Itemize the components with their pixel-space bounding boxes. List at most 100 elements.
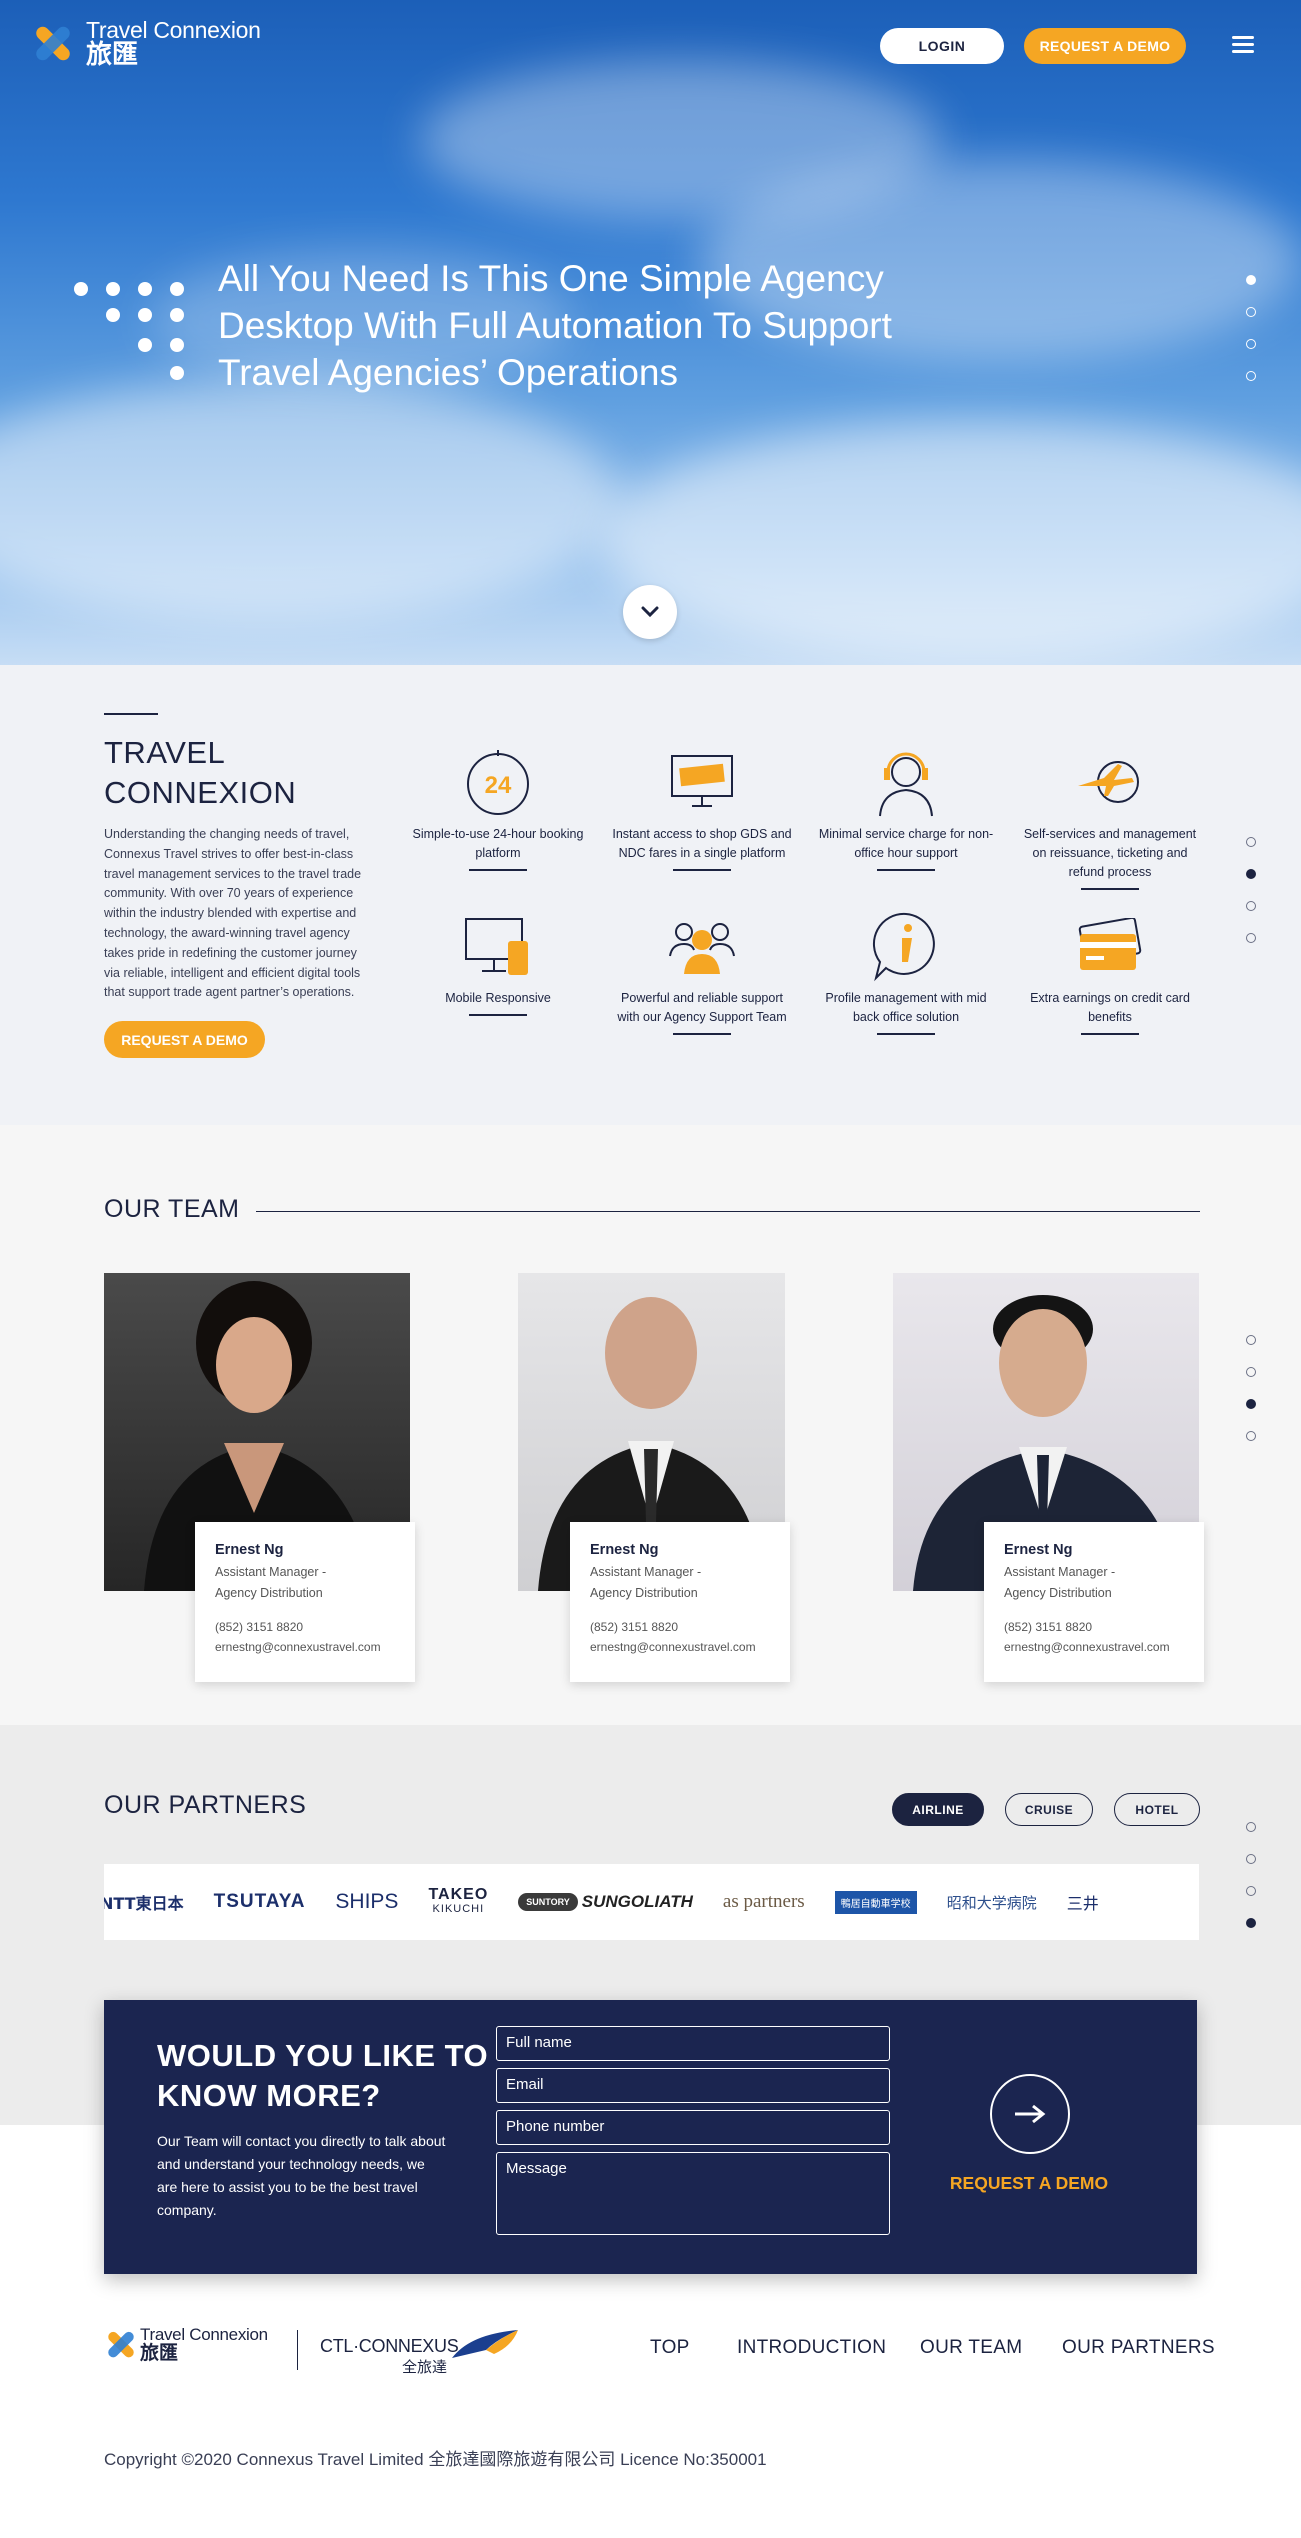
feature-item: Extra earnings on credit card benefits bbox=[1020, 907, 1200, 1035]
footer-nav-our-team[interactable]: OUR TEAM bbox=[920, 2337, 1022, 2359]
hero-headline: All You Need Is This One Simple Agency D… bbox=[218, 258, 892, 393]
tab-hotel[interactable]: HOTEL bbox=[1114, 1793, 1200, 1826]
brand-name-en: Travel Connexion bbox=[86, 17, 261, 43]
phone-field[interactable]: Phone number bbox=[496, 2110, 890, 2145]
partner-brand-cn: 全旅達 bbox=[402, 2358, 448, 2376]
slide-dot[interactable] bbox=[1246, 307, 1256, 317]
feature-label: Profile management with mid back office … bbox=[825, 991, 987, 1024]
footer-nav-top[interactable]: TOP bbox=[650, 2337, 690, 2359]
partner-logo: KIKUCHI bbox=[432, 1903, 485, 1915]
section-dot[interactable] bbox=[1246, 1854, 1256, 1864]
slide-dot[interactable] bbox=[1246, 339, 1256, 349]
section-indicator[interactable] bbox=[1246, 1822, 1256, 1950]
partner-logo: 三井 bbox=[1066, 1894, 1099, 1913]
message-field[interactable]: Message bbox=[496, 2152, 890, 2235]
feature-label: Simple-to-use 24-hour booking platform bbox=[412, 827, 584, 860]
section-dot[interactable] bbox=[1246, 1886, 1256, 1896]
section-dot[interactable] bbox=[1246, 901, 1256, 911]
menu-icon[interactable] bbox=[1232, 36, 1254, 54]
section-dot[interactable] bbox=[1246, 1399, 1256, 1409]
clock-24-icon: 24 bbox=[467, 750, 529, 815]
member-phone[interactable]: (852) 3151 8820 bbox=[1004, 1620, 1184, 1634]
feature-item: Mobile Responsive bbox=[408, 907, 588, 1016]
role-line: Assistant Manager - bbox=[215, 1565, 327, 1579]
member-role: Assistant Manager - Agency Distribution bbox=[215, 1562, 395, 1604]
feature-item: Profile management with mid back office … bbox=[816, 907, 996, 1035]
title-rule bbox=[104, 713, 158, 715]
footer-divider bbox=[297, 2330, 298, 2370]
brand-x-icon bbox=[28, 19, 78, 69]
section-indicator[interactable] bbox=[1246, 837, 1256, 965]
about-description: Understanding the changing needs of trav… bbox=[104, 827, 362, 1000]
login-button[interactable]: LOGIN bbox=[880, 28, 1004, 64]
feature-item: Minimal service charge for non-office ho… bbox=[816, 743, 996, 871]
footer-nav-introduction[interactable]: INTRODUCTION bbox=[737, 2337, 886, 2359]
footer-nav-our-partners[interactable]: OUR PARTNERS bbox=[1062, 2337, 1215, 2359]
section-dot[interactable] bbox=[1246, 1335, 1256, 1345]
member-email[interactable]: ernestng@connexustravel.com bbox=[215, 1640, 395, 1654]
brand-name-cn: 旅匯 bbox=[140, 2341, 179, 2364]
scroll-down-button[interactable] bbox=[623, 585, 677, 639]
role-line: Assistant Manager - bbox=[1004, 1565, 1116, 1579]
slide-dot[interactable] bbox=[1246, 275, 1256, 285]
hero-section: Travel Connexion 旅匯 LOGIN REQUEST A DEMO… bbox=[0, 0, 1301, 665]
plane-globe-icon bbox=[1078, 761, 1139, 803]
feature-item: Self-services and management on reissuan… bbox=[1020, 743, 1200, 890]
member-role: Assistant Manager - Agency Distribution bbox=[590, 1562, 770, 1604]
about-title: TRAVEL CONNEXION bbox=[104, 733, 296, 813]
feature-label: Powerful and reliable support with our A… bbox=[617, 991, 787, 1024]
section-dot[interactable] bbox=[1246, 1918, 1256, 1928]
role-line: Agency Distribution bbox=[1004, 1586, 1112, 1600]
hero-slide-indicator[interactable] bbox=[1246, 275, 1256, 403]
partner-logo-takeo: TAKEO KIKUCHI bbox=[428, 1887, 488, 1917]
member-name: Ernest Ng bbox=[1004, 1542, 1073, 1558]
tab-cruise[interactable]: CRUISE bbox=[1005, 1793, 1093, 1826]
contact-request-demo-link[interactable]: REQUEST A DEMO bbox=[924, 2173, 1134, 2194]
section-indicator[interactable] bbox=[1246, 1335, 1256, 1463]
wing-icon bbox=[452, 2330, 518, 2358]
partner-logo-carousel[interactable]: NTT東日本 TSUTAYA SHIPS TAKEO KIKUCHI SUNTO… bbox=[104, 1864, 1199, 1940]
section-dot[interactable] bbox=[1246, 1367, 1256, 1377]
email-field[interactable]: Email bbox=[496, 2068, 890, 2103]
member-phone[interactable]: (852) 3151 8820 bbox=[215, 1620, 395, 1634]
partner-logo: TSUTAYA bbox=[213, 1891, 306, 1912]
info-bubble-icon bbox=[873, 912, 935, 982]
partner-logo: 昭和大学病院 bbox=[946, 1893, 1037, 1912]
partner-logo: SUNTORY bbox=[518, 1893, 578, 1911]
contact-description: Our Team will contact you directly to ta… bbox=[157, 2133, 446, 2218]
section-dot[interactable] bbox=[1246, 933, 1256, 943]
headset-icon bbox=[879, 752, 933, 817]
fullname-field[interactable]: Full name bbox=[496, 2026, 890, 2061]
about-title-line: CONNEXION bbox=[104, 775, 297, 810]
brand-logo[interactable]: Travel Connexion 旅匯 bbox=[28, 18, 261, 69]
monitor-ticket-icon bbox=[671, 755, 733, 807]
feature-item: Instant access to shop GDS and NDC fares… bbox=[612, 743, 792, 871]
about-request-demo-button[interactable]: REQUEST A DEMO bbox=[104, 1021, 265, 1058]
section-dot[interactable] bbox=[1246, 869, 1256, 879]
section-dot[interactable] bbox=[1246, 1431, 1256, 1441]
title-rule bbox=[256, 1211, 1200, 1212]
contact-title: WOULD YOU LIKE TO KNOW MORE? bbox=[157, 2036, 488, 2116]
partner-logo-suntory: SUNTORY SUNGOLIATH bbox=[518, 1892, 693, 1912]
member-email[interactable]: ernestng@connexustravel.com bbox=[1004, 1640, 1184, 1654]
footer-brand-logo[interactable]: Travel Connexion 旅匯 bbox=[102, 2326, 268, 2364]
partner-logo: TAKEO bbox=[428, 1886, 489, 1903]
submit-button[interactable] bbox=[990, 2074, 1070, 2154]
slide-dot[interactable] bbox=[1246, 371, 1256, 381]
tab-airline[interactable]: AIRLINE bbox=[892, 1793, 984, 1826]
section-dot[interactable] bbox=[1246, 837, 1256, 847]
chevron-down-icon bbox=[641, 606, 659, 618]
member-phone[interactable]: (852) 3151 8820 bbox=[590, 1620, 770, 1634]
request-demo-button[interactable]: REQUEST A DEMO bbox=[1024, 28, 1186, 64]
about-title-line: TRAVEL bbox=[104, 735, 226, 770]
member-email[interactable]: ernestng@connexustravel.com bbox=[590, 1640, 770, 1654]
ctl-connexus-logo: CTL·CONNEXUS 全旅達 bbox=[320, 2322, 520, 2376]
partners-title: OUR PARTNERS bbox=[104, 1791, 307, 1819]
partner-brand-name: CTL·CONNEXUS bbox=[320, 2336, 459, 2356]
section-dot[interactable] bbox=[1246, 1822, 1256, 1832]
feature-item: Powerful and reliable support with our A… bbox=[612, 907, 792, 1035]
team-section: OUR TEAM Ernest Ng Assistant Manager - Ag… bbox=[0, 1125, 1301, 1725]
feature-label: Self-services and management on reissuan… bbox=[1023, 827, 1197, 879]
role-line: Assistant Manager - bbox=[590, 1565, 702, 1579]
team-icon bbox=[669, 923, 735, 974]
